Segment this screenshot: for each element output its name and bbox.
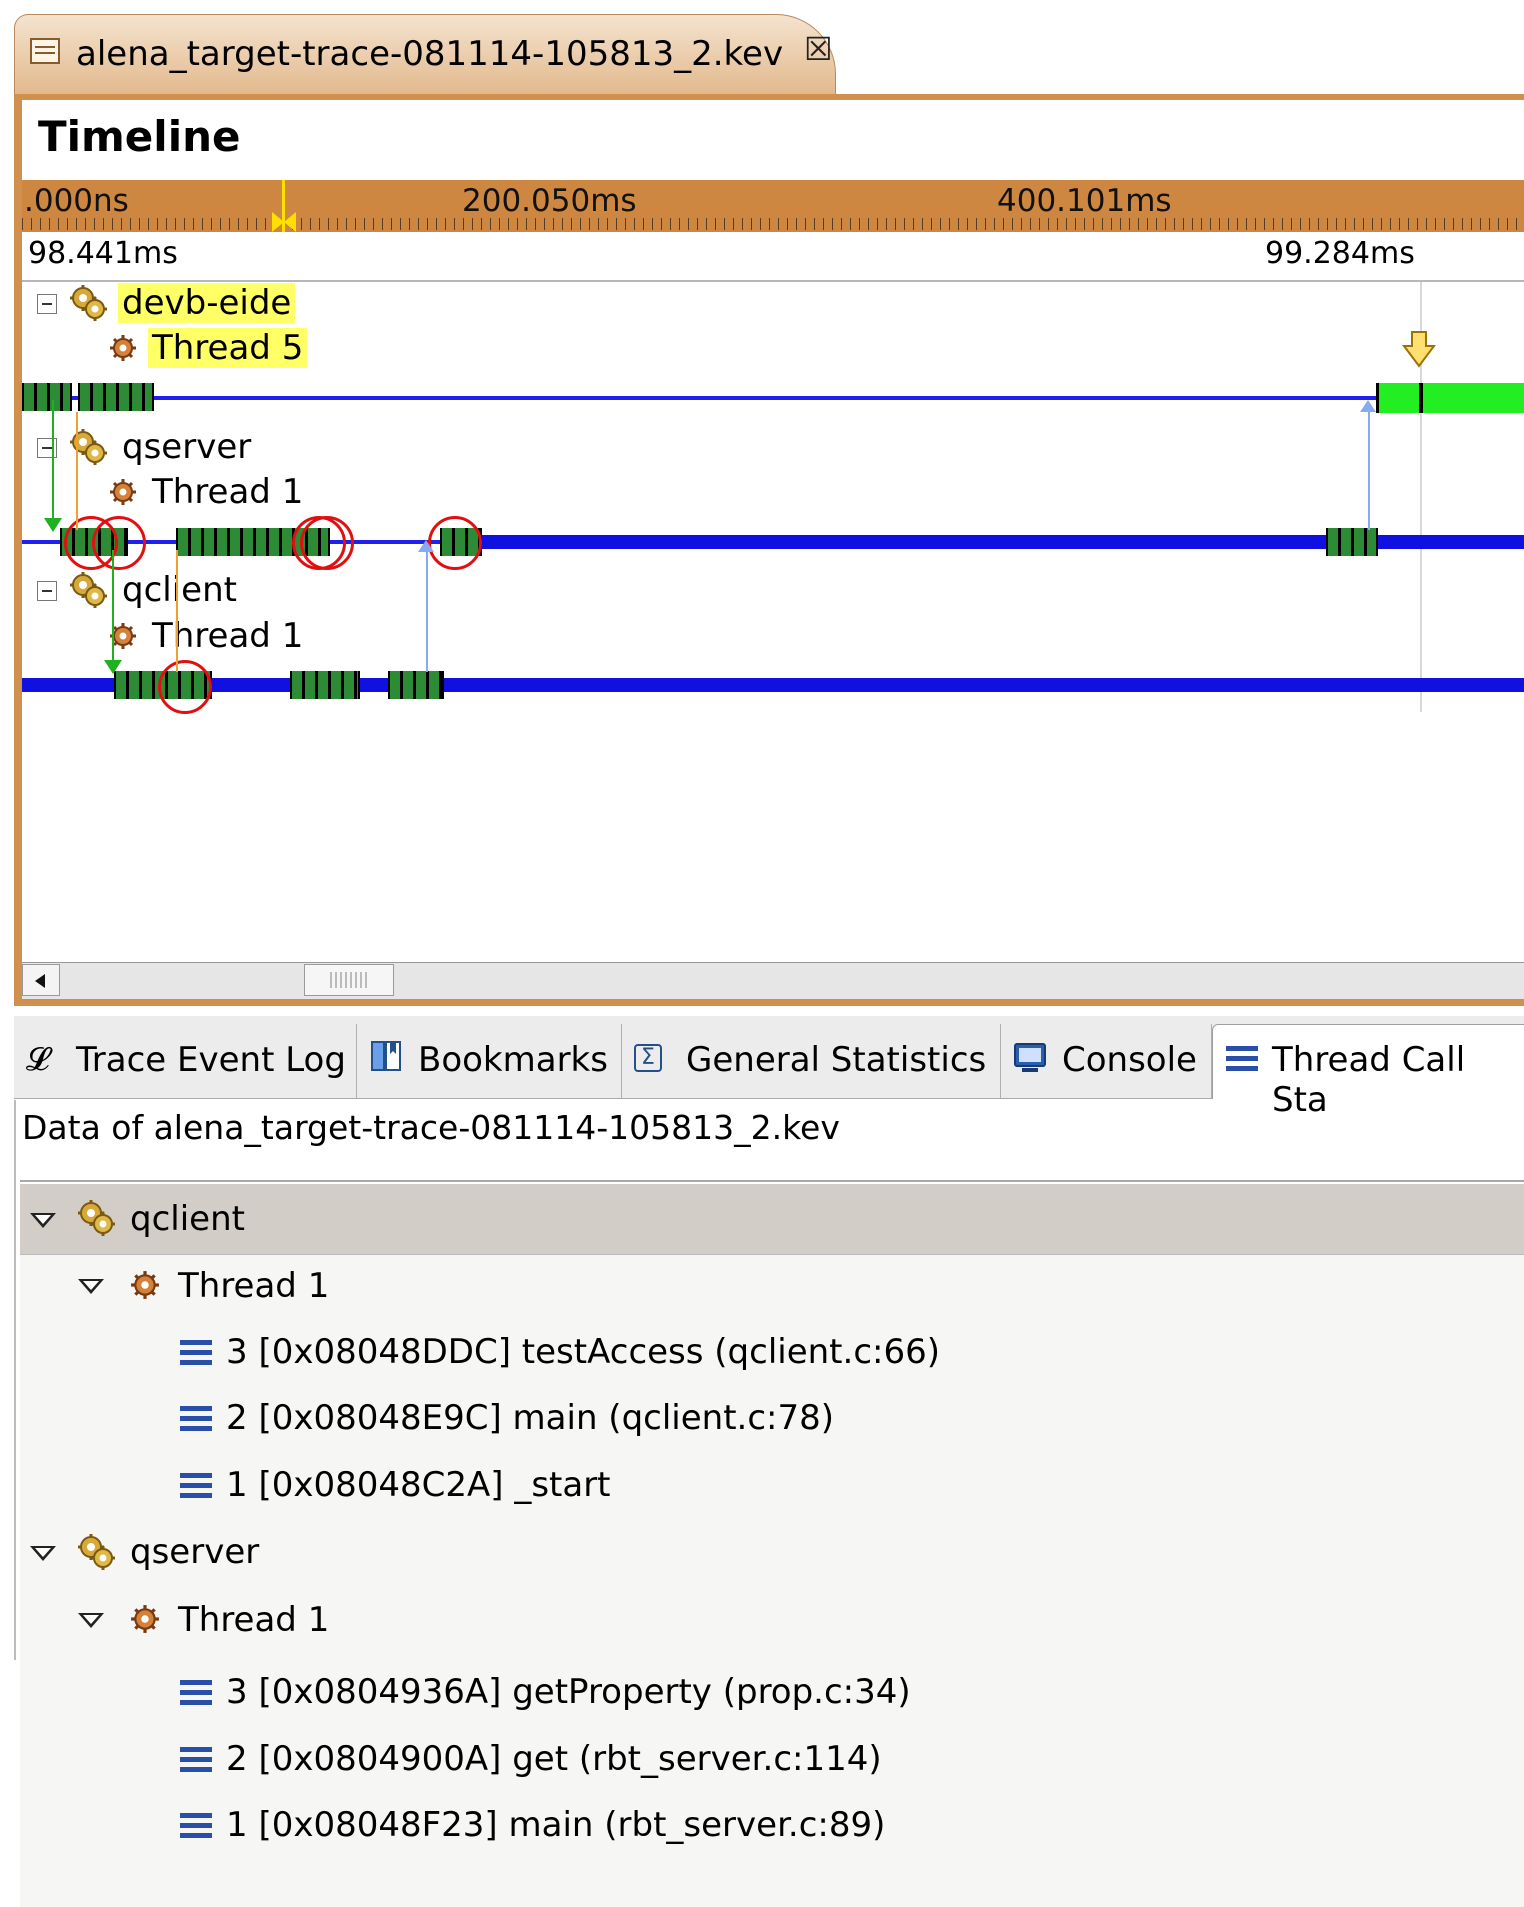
stack-frame[interactable]: 2 [0x0804900A] get (rbt_server.c:114)	[226, 1739, 882, 1779]
process-gears-icon	[76, 1532, 116, 1572]
ruler-label: 400.101ms	[997, 183, 1172, 219]
collapse-toggle-qserver[interactable]	[37, 438, 57, 458]
stack-frame[interactable]: 3 [0x0804936A] getProperty (prop.c:34)	[226, 1672, 911, 1712]
close-icon[interactable]: ☒	[804, 30, 833, 68]
running-segment[interactable]	[22, 383, 72, 411]
stack-frame-icon	[180, 1813, 212, 1839]
call-stack-icon	[1226, 1046, 1258, 1072]
expand-toggle[interactable]	[78, 1613, 104, 1628]
data-source-label: Data of alena_target-trace-081114-105813…	[22, 1108, 840, 1147]
thread-name[interactable]: Thread 1	[178, 1600, 329, 1640]
ruler-label: 200.050ms	[462, 183, 637, 219]
editor-tab-title[interactable]: alena_target-trace-081114-105813_2.kev	[76, 34, 783, 74]
tab-label[interactable]: Thread Call Sta	[1272, 1040, 1524, 1120]
dependency-arrow	[76, 412, 78, 530]
thread-label-thread-5[interactable]: Thread 5	[148, 328, 308, 368]
thread-gear-icon	[130, 1270, 160, 1300]
process-label-qserver[interactable]: qserver	[118, 427, 255, 467]
stack-frame[interactable]: 2 [0x08048E9C] main (qclient.c:78)	[226, 1398, 834, 1438]
dependency-arrow-head	[418, 540, 434, 552]
tab-label[interactable]: Trace Event Log	[76, 1040, 346, 1080]
collapse-toggle-qclient[interactable]	[37, 581, 57, 601]
dependency-arrow-head	[44, 518, 62, 532]
event-marker-icon[interactable]	[1402, 330, 1436, 370]
process-gears-icon	[68, 283, 108, 323]
thread-gear-icon	[109, 334, 137, 362]
dependency-arrow	[176, 550, 178, 672]
process-label-qclient[interactable]: qclient	[118, 570, 241, 610]
dependency-arrow	[52, 400, 54, 528]
range-start: 98.441ms	[28, 236, 178, 271]
divider	[20, 1180, 1524, 1182]
stack-frame-icon	[180, 1747, 212, 1773]
stack-frame[interactable]: 1 [0x08048C2A] _start	[226, 1465, 611, 1505]
event-circle-marker[interactable]	[300, 516, 354, 570]
stack-frame-icon	[180, 1340, 212, 1366]
trace-file-icon	[30, 38, 60, 64]
scroll-left-button[interactable]	[22, 964, 60, 996]
process-label-devb-eide[interactable]: devb-eide	[118, 283, 296, 323]
log-icon: 𝓛	[26, 1040, 50, 1078]
stack-frame-icon	[180, 1473, 212, 1499]
event-circle-marker[interactable]	[428, 516, 482, 570]
thread-label-thread-1[interactable]: Thread 1	[148, 472, 307, 512]
running-segment[interactable]	[78, 383, 154, 411]
expand-toggle[interactable]	[30, 1213, 56, 1228]
stack-frame-icon	[180, 1680, 212, 1706]
thread-gear-icon	[109, 478, 137, 506]
running-segment[interactable]	[1326, 528, 1378, 556]
tab-label[interactable]: Console	[1062, 1040, 1197, 1080]
page-title: Timeline	[38, 112, 241, 161]
expand-toggle[interactable]	[30, 1546, 56, 1561]
statistics-icon: Σ	[634, 1044, 662, 1072]
event-circle-marker[interactable]	[158, 660, 212, 714]
stack-frame-icon	[180, 1406, 212, 1432]
tree-row-selected[interactable]	[20, 1184, 1524, 1255]
tab-label[interactable]: General Statistics	[686, 1040, 986, 1080]
dependency-arrow	[1368, 404, 1370, 530]
bookmarks-icon	[371, 1041, 401, 1071]
thread-gear-icon	[130, 1604, 160, 1634]
collapse-toggle-devb-eide[interactable]	[37, 294, 57, 314]
thread-label-thread-1[interactable]: Thread 1	[148, 616, 307, 656]
stack-frame[interactable]: 1 [0x08048F23] main (rbt_server.c:89)	[226, 1805, 885, 1845]
process-name[interactable]: qserver	[130, 1532, 259, 1572]
zoom-marker-icon[interactable]	[272, 212, 296, 232]
view-border	[14, 1100, 16, 1660]
running-segment[interactable]	[388, 671, 444, 699]
tab-label[interactable]: Bookmarks	[418, 1040, 608, 1080]
range-end: 99.284ms	[1265, 236, 1415, 271]
thread-track[interactable]	[22, 396, 1524, 400]
thread-track[interactable]	[22, 678, 1524, 692]
dependency-arrow-head	[104, 660, 122, 674]
running-segment[interactable]	[1376, 383, 1524, 413]
ruler-label: .000ns	[24, 183, 129, 219]
process-gears-icon	[76, 1198, 116, 1238]
thread-name[interactable]: Thread 1	[178, 1266, 329, 1306]
stack-frame[interactable]: 3 [0x08048DDC] testAccess (qclient.c:66)	[226, 1332, 940, 1372]
process-gears-icon	[68, 427, 108, 467]
expand-toggle[interactable]	[78, 1279, 104, 1294]
process-gears-icon	[68, 570, 108, 610]
scrollbar-grip	[330, 972, 370, 988]
ruler-ticks	[22, 218, 1524, 230]
dependency-arrow-head	[1360, 400, 1376, 412]
dependency-arrow	[112, 550, 114, 672]
console-icon	[1014, 1043, 1046, 1072]
horizontal-scrollbar[interactable]	[22, 962, 1524, 1000]
dependency-arrow	[426, 544, 428, 672]
process-name[interactable]: qclient	[130, 1199, 245, 1239]
event-circle-marker[interactable]	[92, 516, 146, 570]
running-segment[interactable]	[290, 671, 360, 699]
